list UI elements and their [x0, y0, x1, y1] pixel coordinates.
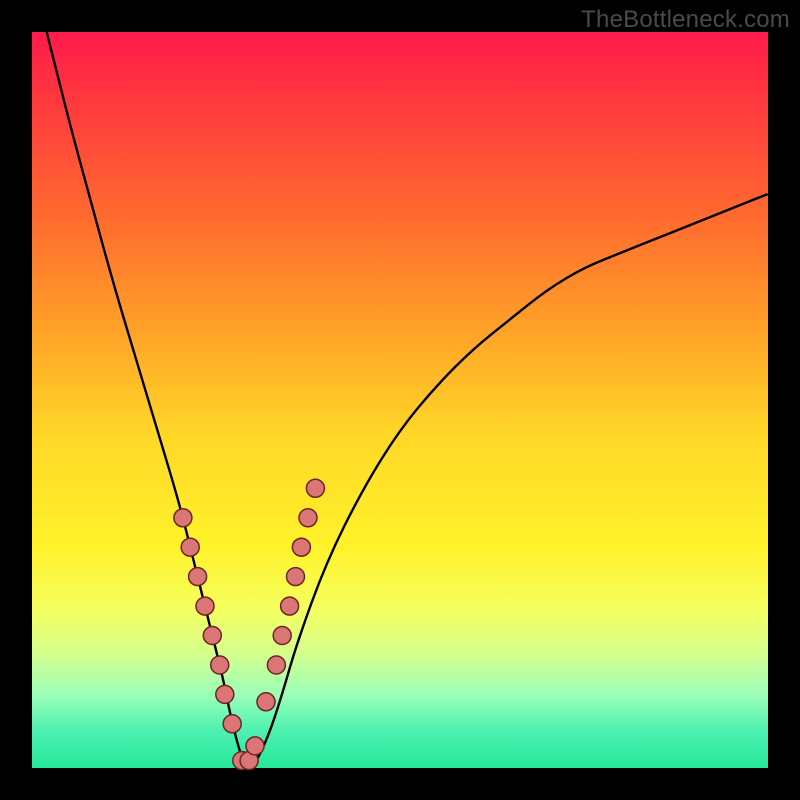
sample-dots-group: [174, 479, 325, 769]
sample-dot: [196, 597, 214, 615]
sample-dot: [267, 656, 285, 674]
sample-dot: [174, 509, 192, 527]
sample-dot: [246, 737, 264, 755]
sample-dot: [216, 685, 234, 703]
sample-dot: [257, 693, 275, 711]
sample-dot: [306, 479, 324, 497]
sample-dot: [203, 627, 221, 645]
chart-frame: TheBottleneck.com: [0, 0, 800, 800]
plot-area: [32, 32, 768, 768]
sample-dot: [273, 627, 291, 645]
sample-dot: [211, 656, 229, 674]
watermark-text: TheBottleneck.com: [581, 6, 790, 34]
sample-dot: [223, 715, 241, 733]
sample-dot: [287, 568, 305, 586]
curve-svg: [32, 32, 768, 768]
sample-dot: [281, 597, 299, 615]
bottleneck-curve: [47, 32, 768, 768]
sample-dot: [299, 509, 317, 527]
sample-dot: [189, 568, 207, 586]
sample-dot: [292, 538, 310, 556]
sample-dot: [181, 538, 199, 556]
